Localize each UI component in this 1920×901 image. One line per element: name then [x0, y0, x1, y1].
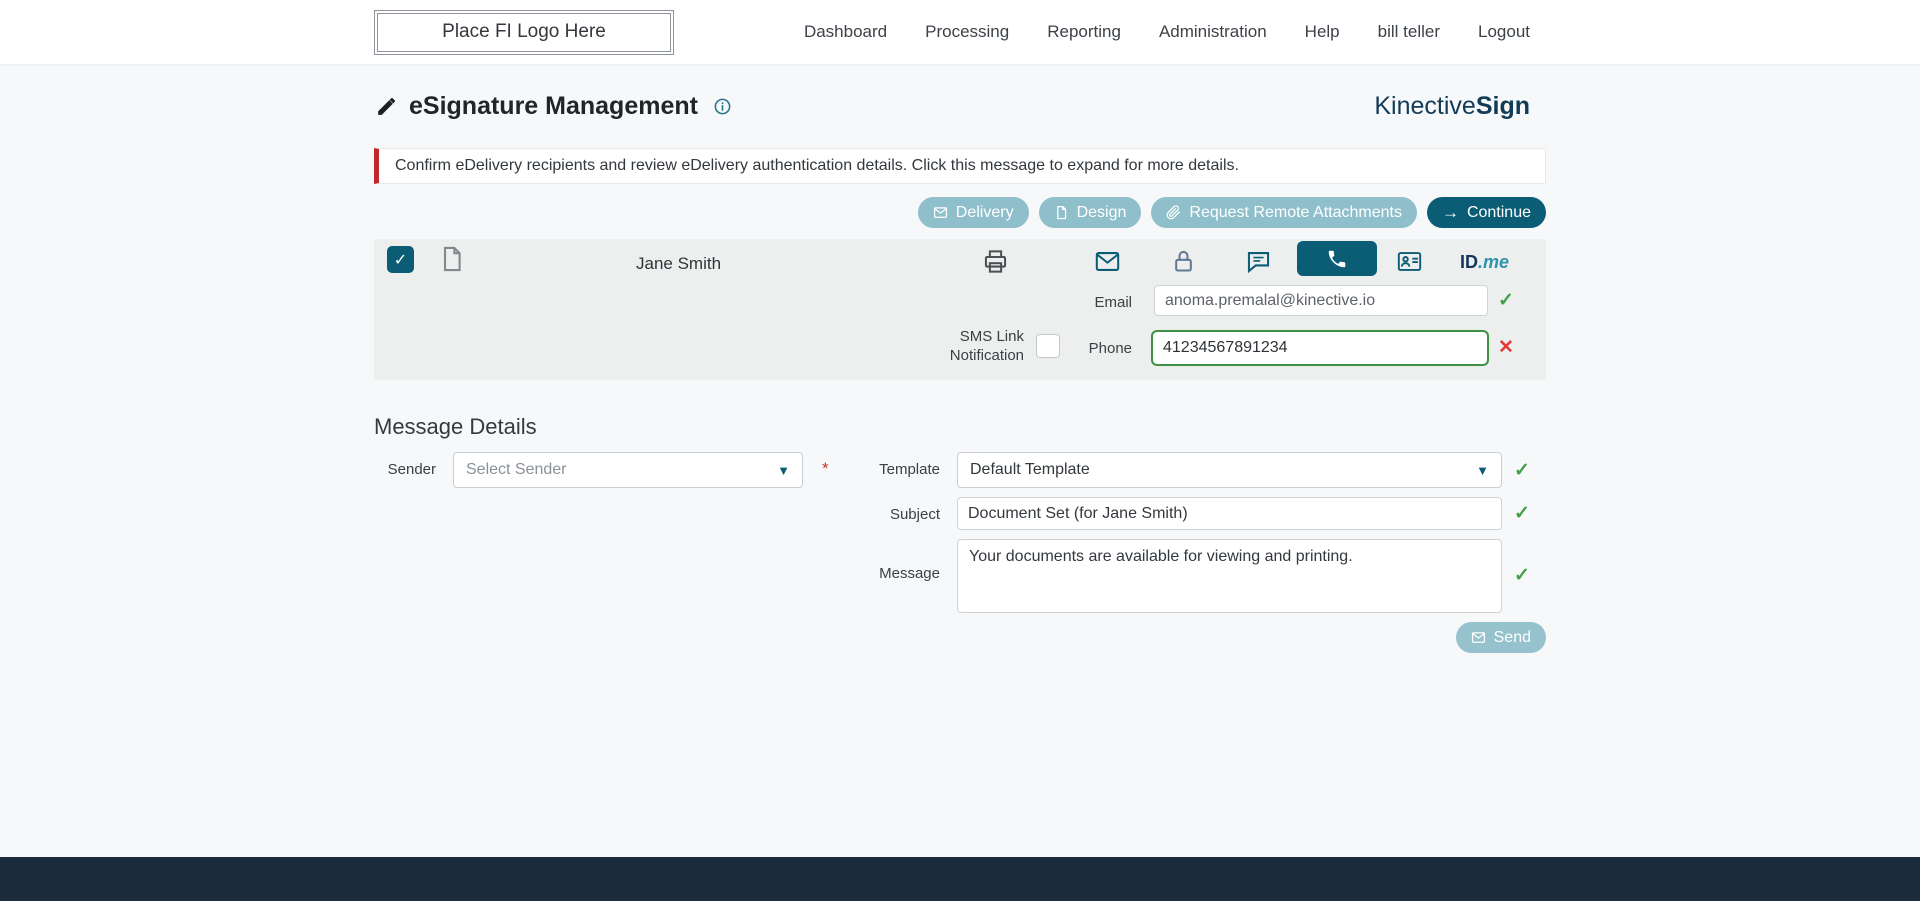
- print-method-icon[interactable]: [982, 248, 1009, 275]
- info-icon[interactable]: [713, 97, 732, 116]
- main-content: eSignature Management KinectiveSign Conf…: [0, 64, 1920, 662]
- template-select[interactable]: Default Template ▼: [957, 452, 1502, 488]
- idme-method-button[interactable]: ID.me: [1460, 252, 1509, 273]
- footer-bar: [0, 857, 1920, 901]
- envelope-icon: [1471, 630, 1486, 645]
- phone-input[interactable]: [1151, 330, 1489, 366]
- template-valid-check-icon: ✓: [1514, 460, 1530, 481]
- recipient-row: ✓ Jane Smith ID.me Email anoma.premalal@…: [374, 239, 1546, 380]
- page: Place FI Logo Here Dashboard Processing …: [0, 0, 1920, 901]
- fi-logo-placeholder: Place FI Logo Here: [374, 9, 674, 55]
- check-icon: ✓: [393, 251, 408, 269]
- signature-pen-icon: [374, 94, 399, 119]
- subject-input[interactable]: [957, 497, 1502, 530]
- sms-chat-method-icon[interactable]: [1245, 248, 1272, 275]
- nav-item-dashboard[interactable]: Dashboard: [804, 22, 887, 42]
- brand-first: Kinective: [1374, 92, 1476, 120]
- design-button[interactable]: Design: [1038, 197, 1142, 228]
- send-button[interactable]: Send: [1455, 622, 1546, 653]
- nav-item-processing[interactable]: Processing: [925, 22, 1009, 42]
- chevron-down-icon: ▼: [1476, 462, 1489, 478]
- arrow-right-icon: →: [1441, 203, 1459, 222]
- envelope-icon: [933, 205, 948, 220]
- brand-second: Sign: [1475, 92, 1530, 120]
- document-icon: [1054, 205, 1069, 220]
- nav-item-administration[interactable]: Administration: [1159, 22, 1267, 42]
- sms-link-notification-label: SMS Link Notification: [949, 328, 1024, 364]
- request-remote-attachments-button[interactable]: Request Remote Attachments: [1151, 197, 1417, 228]
- toolbar: Delivery Design Request Remote Attachmen…: [374, 197, 1546, 228]
- nav-item-reporting[interactable]: Reporting: [1047, 22, 1121, 42]
- document-icon: [438, 245, 466, 273]
- sender-label: Sender: [387, 461, 436, 478]
- email-label: Email: [1094, 294, 1132, 311]
- passcode-lock-method-icon[interactable]: [1170, 248, 1197, 275]
- email-valid-check-icon: ✓: [1498, 290, 1514, 311]
- sender-selected-value: Select Sender: [466, 461, 567, 478]
- message-valid-check-icon: ✓: [1514, 565, 1530, 586]
- email-method-icon[interactable]: [1094, 248, 1121, 275]
- contact-card-method-icon[interactable]: [1396, 248, 1423, 275]
- alert-text: Confirm eDelivery recipients and review …: [395, 157, 1239, 174]
- nav-links: Dashboard Processing Reporting Administr…: [804, 22, 1546, 42]
- idme-part1: ID: [1460, 252, 1478, 272]
- top-nav: Place FI Logo Here Dashboard Processing …: [0, 0, 1920, 64]
- subject-valid-check-icon: ✓: [1514, 503, 1530, 524]
- template-label: Template: [879, 461, 940, 478]
- nav-item-help[interactable]: Help: [1305, 22, 1340, 42]
- edelivery-alert[interactable]: Confirm eDelivery recipients and review …: [374, 148, 1546, 184]
- chevron-down-icon: ▼: [777, 462, 790, 478]
- continue-button[interactable]: → Continue: [1426, 197, 1546, 228]
- sender-select[interactable]: Select Sender ▼: [453, 452, 803, 488]
- message-label: Message: [879, 565, 940, 582]
- subject-label: Subject: [889, 506, 940, 523]
- page-header: eSignature Management KinectiveSign: [374, 64, 1546, 121]
- phone-icon: [1326, 248, 1348, 270]
- page-title: eSignature Management: [409, 92, 698, 120]
- fi-logo-text: Place FI Logo Here: [442, 21, 606, 42]
- kinective-sign-brand: KinectiveSign: [1374, 92, 1546, 121]
- email-input[interactable]: [1154, 285, 1488, 316]
- recipient-name: Jane Smith: [636, 254, 722, 273]
- message-details-heading: Message Details: [374, 414, 537, 439]
- phone-method-button[interactable]: [1297, 241, 1377, 276]
- required-asterisk: *: [822, 459, 829, 478]
- phone-label: Phone: [1088, 340, 1132, 357]
- message-details-form: Sender Select Sender ▼ * Template Defaul…: [374, 452, 1546, 662]
- message-textarea[interactable]: Your documents are available for viewing…: [957, 539, 1502, 613]
- phone-invalid-cross-icon: ✕: [1498, 337, 1514, 358]
- nav-item-user-bill-teller[interactable]: bill teller: [1378, 22, 1440, 42]
- nav-item-logout[interactable]: Logout: [1478, 22, 1530, 42]
- delivery-button[interactable]: Delivery: [917, 197, 1029, 228]
- paperclip-icon: [1166, 205, 1181, 220]
- template-selected-value: Default Template: [970, 461, 1090, 478]
- idme-part2: .me: [1478, 252, 1510, 272]
- recipient-select-checkbox[interactable]: ✓: [387, 246, 414, 273]
